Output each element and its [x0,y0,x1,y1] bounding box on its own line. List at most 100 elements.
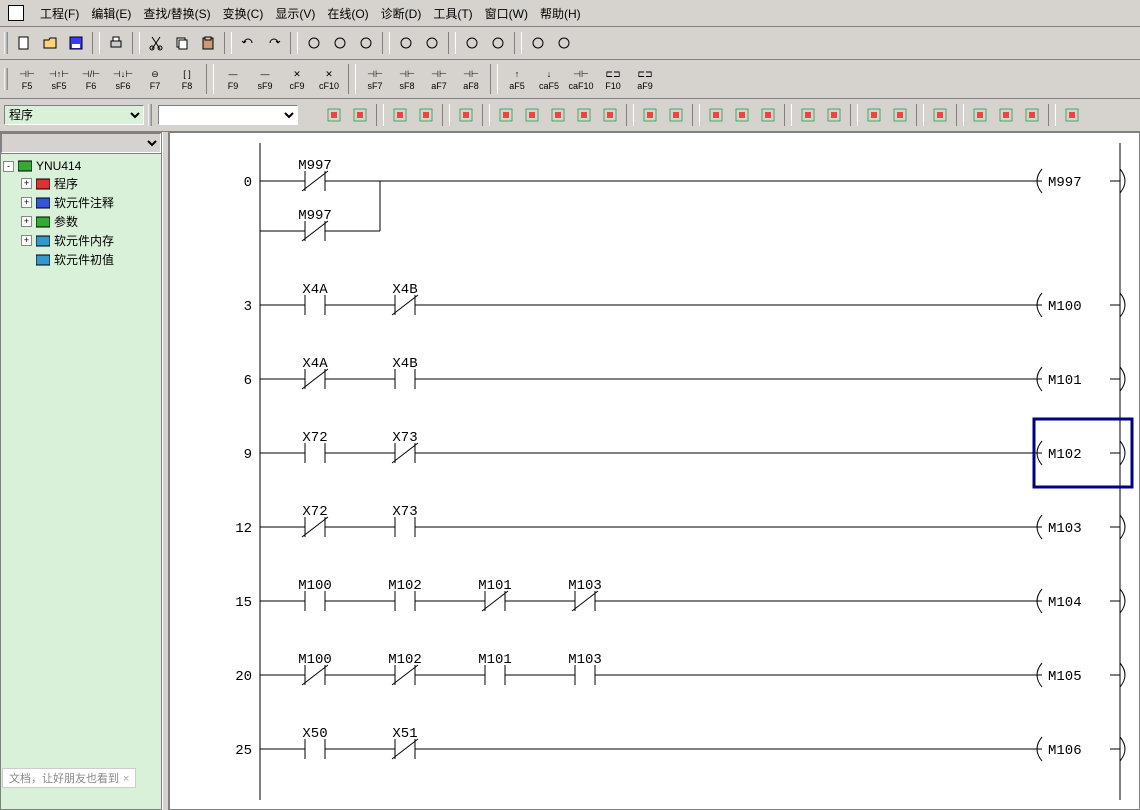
r2[interactable] [520,103,544,127]
menu-bar: 工程(F)编辑(E)查找/替换(S)变换(C)显示(V)在线(O)诊断(D)工具… [0,0,1140,27]
ladder-sym-F6[interactable]: ⊣/⊢F6 [76,63,106,95]
ladder-sym-sF6[interactable]: ⊣↓⊢sF6 [108,63,138,95]
grip[interactable] [4,68,8,90]
r14[interactable] [888,103,912,127]
write2-icon[interactable] [486,31,510,55]
expand-icon[interactable]: + [21,235,32,246]
tree-item-label[interactable]: 参数 [54,213,78,230]
tree-item-icon [36,197,50,209]
cut-icon[interactable] [144,31,168,55]
ladder-sym-caF5[interactable]: ↓caF5 [534,63,564,95]
ladder-sym-F9[interactable]: —F9 [218,63,248,95]
ladder-sym-aF5[interactable]: ↑aF5 [502,63,532,95]
ladder-sym-sF5[interactable]: ⊣↑⊢sF5 [44,63,74,95]
svg-text:25: 25 [235,743,252,759]
ladder-sym-sF7[interactable]: ⊣⊢sF7 [360,63,390,95]
copy-icon[interactable] [170,31,194,55]
r8[interactable] [704,103,728,127]
ladder-sym-F10[interactable]: ⊏⊐F10 [598,63,628,95]
tree-item-label[interactable]: 软元件注释 [54,194,114,211]
open-icon[interactable] [38,31,62,55]
project-tree-pane: - YNU414 + 程序 + 软元件注释 + 参数 + 软元件内存软元件初值 [0,132,162,810]
ladder-sym-sF9[interactable]: —sF9 [250,63,280,95]
r18[interactable] [1020,103,1044,127]
ladder-sym-F5[interactable]: ⊣⊢F5 [12,63,42,95]
r13[interactable] [862,103,886,127]
project-tree[interactable]: - YNU414 + 程序 + 软元件注释 + 参数 + 软元件内存软元件初值 [1,154,161,273]
r1[interactable] [494,103,518,127]
zoom3-icon[interactable] [354,31,378,55]
grip[interactable] [148,104,152,126]
ladder-sym-cF9[interactable]: ✕cF9 [282,63,312,95]
r3[interactable] [546,103,570,127]
scope-select[interactable]: 程序 [4,105,144,125]
r6[interactable] [638,103,662,127]
r5[interactable] [598,103,622,127]
tree-item-icon [36,235,50,247]
paste-icon[interactable] [196,31,220,55]
tree-item-label[interactable]: 软元件内存 [54,232,114,249]
r19[interactable] [1060,103,1084,127]
menu-帮助(H)[interactable]: 帮助(H) [534,5,587,23]
save-icon[interactable] [64,31,88,55]
device-select[interactable] [158,105,298,125]
ladder-sym-sF8[interactable]: ⊣⊢sF8 [392,63,422,95]
tree-root-label[interactable]: YNU414 [36,159,81,173]
view-icon[interactable] [322,103,346,127]
r16[interactable] [968,103,992,127]
menu-查找/替换(S)[interactable]: 查找/替换(S) [137,5,216,23]
menu-工具(T)[interactable]: 工具(T) [427,5,478,23]
menu-窗口(W)[interactable]: 窗口(W) [479,5,534,23]
undo-icon[interactable] [236,31,260,55]
ladder-sym-aF9[interactable]: ⊏⊐aF9 [630,63,660,95]
monitor2-icon[interactable] [420,31,444,55]
r7[interactable] [664,103,688,127]
zoom1-icon[interactable] [302,31,326,55]
ladder-editor[interactable]: 0M997M997M9973X4AX4BM1006X4AX4BM1019X72X… [169,132,1140,810]
expand-icon[interactable]: - [3,161,14,172]
tree-item-label[interactable]: 程序 [54,175,78,192]
write1-icon[interactable] [460,31,484,55]
monitor1-icon[interactable] [394,31,418,55]
expand-icon[interactable]: + [21,197,32,208]
t3[interactable] [454,103,478,127]
splitter[interactable] [162,132,169,810]
r15[interactable] [928,103,952,127]
menu-编辑(E)[interactable]: 编辑(E) [85,5,137,23]
expand-icon[interactable]: + [21,178,32,189]
ladder-sym-caF10[interactable]: ⊣⊢caF10 [566,63,596,95]
tree-combo[interactable] [1,133,161,153]
refresh-icon[interactable] [552,31,576,55]
r12[interactable] [822,103,846,127]
tree-item-icon [36,254,50,266]
t1[interactable] [388,103,412,127]
grip[interactable] [4,32,8,54]
svg-text:3: 3 [244,299,252,315]
menu-显示(V)[interactable]: 显示(V) [269,5,321,23]
menu-工程(F)[interactable]: 工程(F) [34,5,85,23]
expand-icon[interactable]: + [21,216,32,227]
menu-变换(C)[interactable]: 变换(C) [217,5,270,23]
ladder-sym-cF10[interactable]: ✕cF10 [314,63,344,95]
r9[interactable] [730,103,754,127]
ladder-sym-F7[interactable]: ⊖F7 [140,63,170,95]
close-icon[interactable]: × [123,773,129,785]
print-icon[interactable] [104,31,128,55]
t2[interactable] [414,103,438,127]
new-icon[interactable] [12,31,36,55]
menu-诊断(D)[interactable]: 诊断(D) [375,5,428,23]
menu-在线(O)[interactable]: 在线(O) [321,5,374,23]
zoom2-icon[interactable] [328,31,352,55]
ladder-sym-aF8[interactable]: ⊣⊢aF8 [456,63,486,95]
r17[interactable] [994,103,1018,127]
tree-icon[interactable] [348,103,372,127]
tree-item-label[interactable]: 软元件初值 [54,251,114,268]
ladder-sym-aF7[interactable]: ⊣⊢aF7 [424,63,454,95]
r10[interactable] [756,103,780,127]
r4[interactable] [572,103,596,127]
window-icon[interactable] [526,31,550,55]
ladder-sym-F8[interactable]: [ ]F8 [172,63,202,95]
redo-icon[interactable] [262,31,286,55]
svg-text:X4B: X4B [392,282,417,298]
r11[interactable] [796,103,820,127]
